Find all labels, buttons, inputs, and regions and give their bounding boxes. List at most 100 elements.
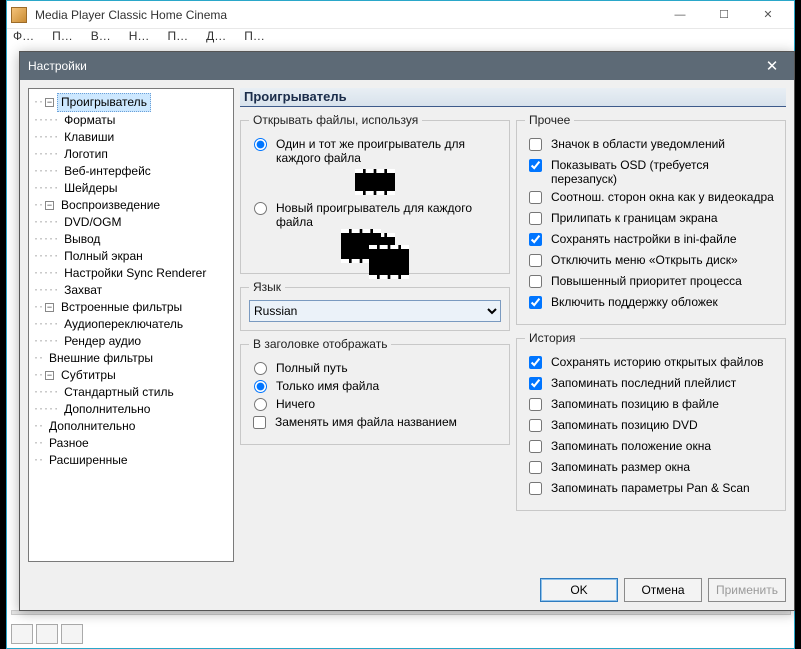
seek-scrubber[interactable] xyxy=(11,610,791,620)
app-title: Media Player Classic Home Cinema xyxy=(35,8,658,22)
tree-item[interactable]: ····· Захват xyxy=(31,282,231,299)
other-check-6[interactable] xyxy=(529,275,542,288)
stop-button[interactable] xyxy=(61,624,83,644)
other-label-5: Отключить меню «Открыть диск» xyxy=(551,253,777,267)
tree-item[interactable]: ··−Встроенные фильтры xyxy=(31,299,231,316)
close-button[interactable]: ✕ xyxy=(746,2,790,28)
tree-item[interactable]: ··−Субтитры xyxy=(31,367,231,384)
history-check-0[interactable] xyxy=(529,356,542,369)
tree-item[interactable]: ··Внешние фильтры xyxy=(31,350,231,367)
menu-item-0[interactable]: Ф… xyxy=(13,29,34,49)
other-check-2[interactable] xyxy=(529,191,542,204)
dialog-buttons: OK Отмена Применить xyxy=(20,570,794,610)
menu-item-1[interactable]: П… xyxy=(52,29,73,49)
tree-item-label: Вывод xyxy=(60,231,104,248)
history-label-0: Сохранять историю открытых файлов xyxy=(551,355,777,369)
tree-item-label: Захват xyxy=(60,282,106,299)
tree-item-label: Логотип xyxy=(60,146,112,163)
apply-button[interactable]: Применить xyxy=(708,578,786,602)
other-group: Прочее Значок в области уведомленийПоказ… xyxy=(516,113,786,325)
tree-item[interactable]: ····· Рендер аудио xyxy=(31,333,231,350)
tree-item-label: Форматы xyxy=(60,112,119,129)
title-file-radio[interactable] xyxy=(254,380,267,393)
tree-item-label: Веб-интерфейс xyxy=(60,163,155,180)
tree-item-label: Расширенные xyxy=(45,452,132,469)
tree-item-label: Дополнительно xyxy=(45,418,139,435)
dialog-close-button[interactable]: ✕ xyxy=(758,52,786,80)
app-icon xyxy=(11,7,27,23)
menu-item-2[interactable]: В… xyxy=(91,29,111,49)
tree-item[interactable]: ····· Стандартный стиль xyxy=(31,384,231,401)
tree-item[interactable]: ··Расширенные xyxy=(31,452,231,469)
language-legend: Язык xyxy=(249,280,285,294)
title-replace-check[interactable] xyxy=(253,416,266,429)
tree-item[interactable]: ····· Веб-интерфейс xyxy=(31,163,231,180)
history-label-3: Запоминать позицию DVD xyxy=(551,418,777,432)
ok-button[interactable]: OK xyxy=(540,578,618,602)
tree-item[interactable]: ····· Дополнительно xyxy=(31,401,231,418)
open-same-radio[interactable] xyxy=(254,138,267,151)
history-check-6[interactable] xyxy=(529,482,542,495)
menu-item-4[interactable]: П… xyxy=(167,29,188,49)
history-check-2[interactable] xyxy=(529,398,542,411)
title-full-radio[interactable] xyxy=(254,362,267,375)
title-none-label: Ничего xyxy=(276,397,501,411)
menu-item-3[interactable]: Н… xyxy=(129,29,150,49)
menu-item-5[interactable]: Д… xyxy=(206,29,226,49)
open-new-radio[interactable] xyxy=(254,202,267,215)
tree-twisty-icon[interactable]: − xyxy=(45,98,54,107)
tree-item[interactable]: ····· Вывод xyxy=(31,231,231,248)
tree-twisty-icon[interactable]: − xyxy=(45,201,54,210)
tree-item-label: Клавиши xyxy=(60,129,118,146)
language-select[interactable]: Russian xyxy=(249,300,501,322)
tree-item[interactable]: ··Дополнительно xyxy=(31,418,231,435)
history-check-4[interactable] xyxy=(529,440,542,453)
other-check-4[interactable] xyxy=(529,233,542,246)
history-check-3[interactable] xyxy=(529,419,542,432)
title-none-radio[interactable] xyxy=(254,398,267,411)
open-with-group: Открывать файлы, используя Один и тот же… xyxy=(240,113,510,274)
other-label-1: Показывать OSD (требуется перезапуск) xyxy=(551,158,777,186)
open-with-legend: Открывать файлы, используя xyxy=(249,113,422,127)
tree-twisty-icon[interactable]: − xyxy=(45,303,54,312)
history-check-1[interactable] xyxy=(529,377,542,390)
tree-item-label: Полный экран xyxy=(60,248,147,265)
other-check-0[interactable] xyxy=(529,138,542,151)
cancel-button[interactable]: Отмена xyxy=(624,578,702,602)
history-label-6: Запоминать параметры Pan & Scan xyxy=(551,481,777,495)
settings-tree[interactable]: ··−Проигрыватель····· Форматы····· Клави… xyxy=(28,88,234,562)
pause-button[interactable] xyxy=(36,624,58,644)
other-check-5[interactable] xyxy=(529,254,542,267)
tree-item[interactable]: ··Разное xyxy=(31,435,231,452)
other-label-7: Включить поддержку обложек xyxy=(551,295,777,309)
tree-item[interactable]: ··−Воспроизведение xyxy=(31,197,231,214)
tree-item[interactable]: ····· Настройки Sync Renderer xyxy=(31,265,231,282)
tree-item[interactable]: ··−Проигрыватель xyxy=(31,93,231,112)
tree-item[interactable]: ····· Аудиопереключатель xyxy=(31,316,231,333)
tree-item-label: Встроенные фильтры xyxy=(57,299,186,316)
other-label-2: Соотнош. сторон окна как у видеокадра xyxy=(551,190,777,204)
play-button[interactable] xyxy=(11,624,33,644)
tree-item[interactable]: ····· Полный экран xyxy=(31,248,231,265)
tree-item[interactable]: ····· Шейдеры xyxy=(31,180,231,197)
film-single-icon xyxy=(355,169,395,195)
panel-title: Проигрыватель xyxy=(240,88,786,107)
other-check-1[interactable] xyxy=(529,159,542,172)
menu-item-6[interactable]: П… xyxy=(244,29,265,49)
tree-twisty-icon[interactable]: − xyxy=(45,371,54,380)
tree-item[interactable]: ····· Форматы xyxy=(31,112,231,129)
maximize-button[interactable]: ☐ xyxy=(702,2,746,28)
tree-item[interactable]: ····· Клавиши xyxy=(31,129,231,146)
history-check-5[interactable] xyxy=(529,461,542,474)
tree-item-label: Проигрыватель xyxy=(57,93,151,112)
title-display-group: В заголовке отображать Полный путь Тольк… xyxy=(240,337,510,445)
main-menubar: Ф… П… В… Н… П… Д… П… xyxy=(7,29,794,49)
minimize-button[interactable]: — xyxy=(658,2,702,28)
tree-item[interactable]: ····· DVD/OGM xyxy=(31,214,231,231)
history-label-2: Запоминать позицию в файле xyxy=(551,397,777,411)
player-controls xyxy=(11,624,83,644)
other-legend: Прочее xyxy=(525,113,574,127)
tree-item[interactable]: ····· Логотип xyxy=(31,146,231,163)
other-check-3[interactable] xyxy=(529,212,542,225)
other-check-7[interactable] xyxy=(529,296,542,309)
